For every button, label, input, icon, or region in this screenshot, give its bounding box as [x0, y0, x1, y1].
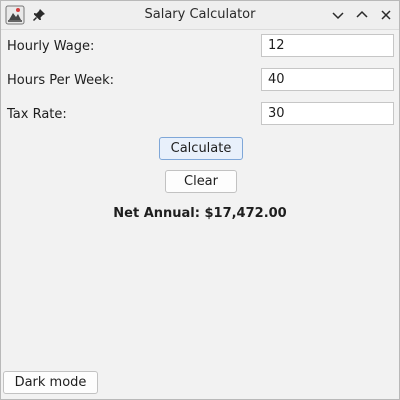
net-annual-result: Net Annual: $17,472.00 — [113, 206, 287, 221]
hours-per-week-label: Hours Per Week: — [7, 73, 115, 88]
hourly-wage-input[interactable] — [261, 34, 394, 57]
calculate-button[interactable]: Calculate — [159, 137, 243, 160]
clear-button[interactable]: Clear — [165, 170, 237, 193]
hourly-wage-label: Hourly Wage: — [7, 39, 95, 54]
title-bar[interactable]: Salary Calculator — [1, 1, 399, 30]
chevron-down-icon[interactable] — [329, 6, 347, 24]
chevron-up-icon[interactable] — [353, 6, 371, 24]
tax-rate-input[interactable] — [261, 102, 394, 125]
close-icon[interactable] — [377, 6, 395, 24]
tax-rate-label: Tax Rate: — [7, 107, 67, 122]
hours-per-week-input[interactable] — [261, 68, 394, 91]
dark-mode-button[interactable]: Dark mode — [3, 371, 98, 394]
app-window: Salary Calculator Hourly Wage: Hours Per… — [0, 0, 400, 400]
